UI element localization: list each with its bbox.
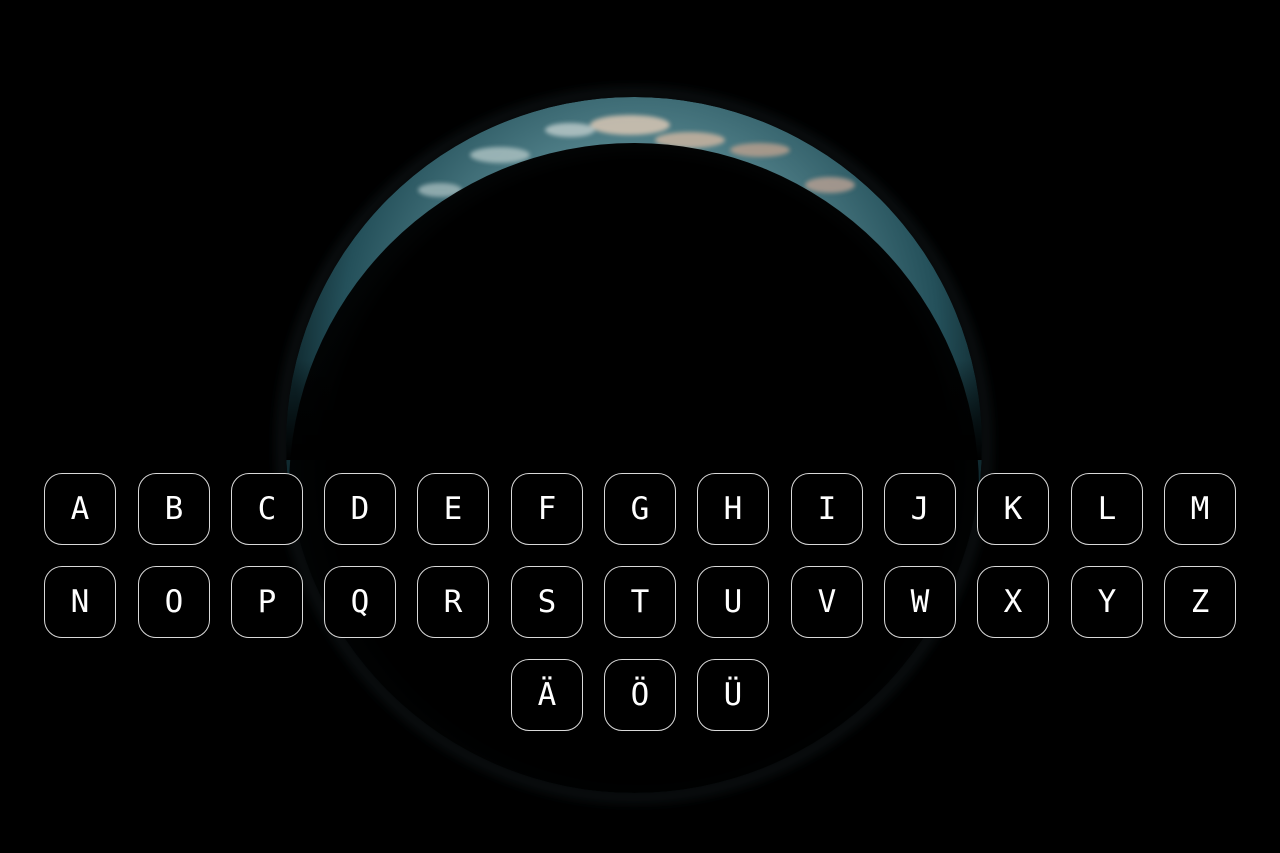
letter-key-k[interactable]: K — [977, 473, 1049, 545]
letter-key-o[interactable]: O — [138, 566, 210, 638]
letter-key-d[interactable]: D — [324, 473, 396, 545]
letter-key-r[interactable]: R — [417, 566, 489, 638]
letter-key-q[interactable]: Q — [324, 566, 396, 638]
letter-key-m[interactable]: M — [1164, 473, 1236, 545]
letter-key-g[interactable]: G — [604, 473, 676, 545]
screen: ABCDEFGHIJKLM NOPQRSTUVWXYZ ÄÖÜ — [0, 0, 1280, 853]
letter-key-i[interactable]: I — [791, 473, 863, 545]
letter-key-y[interactable]: Y — [1071, 566, 1143, 638]
letter-key-p[interactable]: P — [231, 566, 303, 638]
letter-key-u[interactable]: U — [697, 566, 769, 638]
letter-key-z[interactable]: Z — [1164, 566, 1236, 638]
letter-keyboard: ABCDEFGHIJKLM NOPQRSTUVWXYZ ÄÖÜ — [0, 0, 1280, 853]
letter-key-s[interactable]: S — [511, 566, 583, 638]
letter-key-j[interactable]: J — [884, 473, 956, 545]
letter-key-ä[interactable]: Ä — [511, 659, 583, 731]
letter-key-x[interactable]: X — [977, 566, 1049, 638]
letter-key-b[interactable]: B — [138, 473, 210, 545]
letter-key-w[interactable]: W — [884, 566, 956, 638]
letter-key-t[interactable]: T — [604, 566, 676, 638]
letter-key-l[interactable]: L — [1071, 473, 1143, 545]
letter-key-ö[interactable]: Ö — [604, 659, 676, 731]
letter-key-n[interactable]: N — [44, 566, 116, 638]
letter-key-ü[interactable]: Ü — [697, 659, 769, 731]
letter-key-f[interactable]: F — [511, 473, 583, 545]
letter-key-h[interactable]: H — [697, 473, 769, 545]
letter-key-a[interactable]: A — [44, 473, 116, 545]
letter-key-v[interactable]: V — [791, 566, 863, 638]
letter-key-c[interactable]: C — [231, 473, 303, 545]
letter-key-e[interactable]: E — [417, 473, 489, 545]
